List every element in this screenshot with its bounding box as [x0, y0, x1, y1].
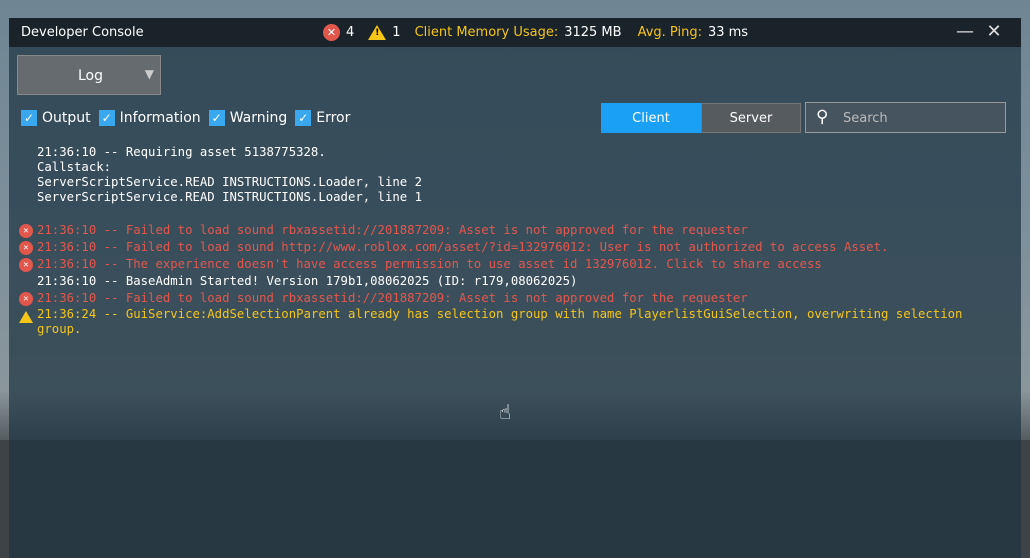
error-icon: ✕ — [19, 292, 33, 306]
tab-client[interactable]: Client — [601, 103, 701, 133]
error-count: 4 — [346, 25, 355, 40]
filter-label: Output — [42, 110, 91, 126]
warning-icon — [19, 311, 33, 323]
title-bar[interactable]: Developer Console ✕ 4 ! 1 Client Memory … — [9, 18, 1021, 47]
log-text: 21:36:10 -- Failed to load sound rbxasse… — [37, 223, 748, 237]
checkbox-checked-icon[interactable]: ✓ — [208, 110, 225, 126]
filter-information[interactable]: ✓ Information — [98, 110, 201, 126]
checkbox-checked-icon[interactable]: ✓ — [98, 110, 115, 126]
log-entry-error: ✕ 21:36:10 -- Failed to load sound rbxass… — [19, 290, 997, 307]
memory-label: Client Memory Usage: — [414, 25, 559, 40]
view-dropdown[interactable]: Log ▼ — [17, 55, 161, 95]
filter-output[interactable]: ✓ Output — [21, 110, 91, 126]
error-icon: ✕ — [323, 24, 340, 41]
error-icon: ✕ — [19, 258, 33, 272]
ping-label: Avg. Ping: — [637, 25, 702, 40]
chevron-down-icon: ▼ — [144, 67, 154, 81]
log-filters: ✓ Output ✓ Information ✓ Warning ✓ Error — [21, 110, 352, 126]
warning-icon: ! — [368, 25, 387, 40]
filter-label: Information — [119, 110, 201, 126]
checkbox-checked-icon[interactable]: ✓ — [295, 110, 312, 126]
error-icon: ✕ — [19, 224, 33, 238]
log-line: Callstack: — [37, 160, 112, 174]
dropdown-value: Log — [78, 68, 104, 84]
log-entry-error[interactable]: ✕ 21:36:10 -- The experience doesn't have… — [19, 256, 997, 273]
error-icon: ✕ — [19, 241, 33, 255]
search-input[interactable]: ⚲ Search — [805, 102, 1006, 133]
log-line: ServerScriptService.READ INSTRUCTIONS.Lo… — [37, 175, 422, 189]
filter-label: Error — [316, 110, 351, 126]
window-title: Developer Console — [21, 25, 144, 40]
log-output[interactable]: 21:36:10 -- Requiring asset 5138775328. … — [19, 145, 997, 337]
log-entry-error: ✕ 21:36:10 -- Failed to load sound http:/… — [19, 239, 997, 256]
log-text: 21:36:10 -- BaseAdmin Started! Version 1… — [37, 274, 578, 288]
tab-server[interactable]: Server — [701, 103, 801, 133]
filter-warning[interactable]: ✓ Warning — [208, 110, 288, 126]
filter-error[interactable]: ✓ Error — [295, 110, 350, 126]
stats-bar: ✕ 4 ! 1 Client Memory Usage: 3125 MB Avg… — [323, 24, 748, 41]
warning-count: 1 — [392, 25, 401, 40]
close-button[interactable]: ✕ — [982, 21, 1006, 42]
client-server-tabs: Client Server — [601, 103, 801, 133]
log-text[interactable]: 21:36:10 -- The experience doesn't have … — [37, 257, 822, 271]
hand-cursor-icon: ☝ — [499, 400, 512, 424]
log-text: 21:36:10 -- Failed to load sound rbxasse… — [37, 291, 748, 305]
search-placeholder: Search — [843, 111, 888, 126]
search-icon: ⚲ — [816, 107, 829, 127]
log-text: 21:36:10 -- Failed to load sound http://… — [37, 240, 889, 254]
filter-label: Warning — [229, 110, 288, 126]
log-line: ServerScriptService.READ INSTRUCTIONS.Lo… — [37, 190, 422, 204]
log-entry-warning: 21:36:24 -- GuiService:AddSelectionParen… — [19, 307, 997, 337]
log-text: 21:36:24 -- GuiService:AddSelectionParen… — [37, 307, 963, 336]
ping-value: 33 ms — [707, 25, 749, 40]
memory-value: 3125 MB — [564, 25, 622, 40]
log-line: 21:36:10 -- Requiring asset 5138775328. — [37, 145, 326, 159]
minimize-button[interactable]: — — [953, 21, 977, 42]
checkbox-checked-icon[interactable]: ✓ — [21, 110, 37, 126]
log-entry-error: ✕ 21:36:10 -- Failed to load sound rbxass… — [19, 222, 997, 239]
log-entry-output: 21:36:10 -- BaseAdmin Started! Version 1… — [37, 273, 997, 290]
